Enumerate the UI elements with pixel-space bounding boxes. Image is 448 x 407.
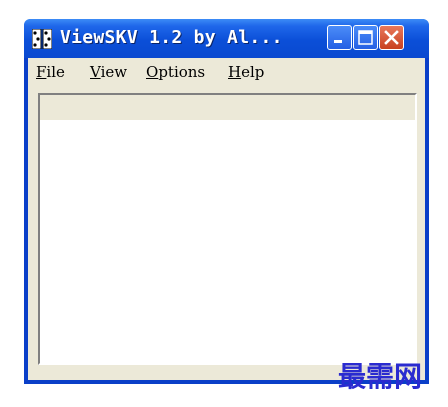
app-window: ViewSKV 1.2 by Al... File View Options H… — [24, 19, 429, 384]
minimize-button[interactable] — [327, 25, 352, 50]
menu-help-mnemonic: H — [228, 63, 242, 81]
menu-help[interactable]: Help — [228, 63, 264, 81]
menu-file-mnemonic: F — [36, 63, 47, 81]
menu-options-label: ptions — [158, 63, 206, 81]
app-dice-icon[interactable] — [31, 28, 53, 50]
menu-view-mnemonic: V — [90, 63, 101, 81]
panel-header — [40, 95, 415, 120]
watermark-text: 最需网 — [338, 360, 423, 393]
menu-options-mnemonic: O — [146, 63, 159, 81]
title-bar[interactable]: ViewSKV 1.2 by Al... — [24, 19, 429, 58]
maximize-button[interactable] — [353, 25, 378, 50]
menu-help-label: elp — [241, 63, 265, 81]
content-panel[interactable] — [38, 93, 417, 365]
close-button[interactable] — [379, 25, 404, 50]
window-title: ViewSKV 1.2 by Al... — [60, 27, 283, 48]
client-area: File View Options Help — [28, 58, 425, 380]
menu-view-label: iew — [100, 63, 128, 81]
menu-bar: File View Options Help — [28, 58, 425, 82]
menu-view[interactable]: View — [90, 63, 127, 81]
menu-file[interactable]: File — [36, 63, 65, 81]
menu-file-label: ile — [46, 63, 65, 81]
menu-options[interactable]: Options — [146, 63, 205, 81]
